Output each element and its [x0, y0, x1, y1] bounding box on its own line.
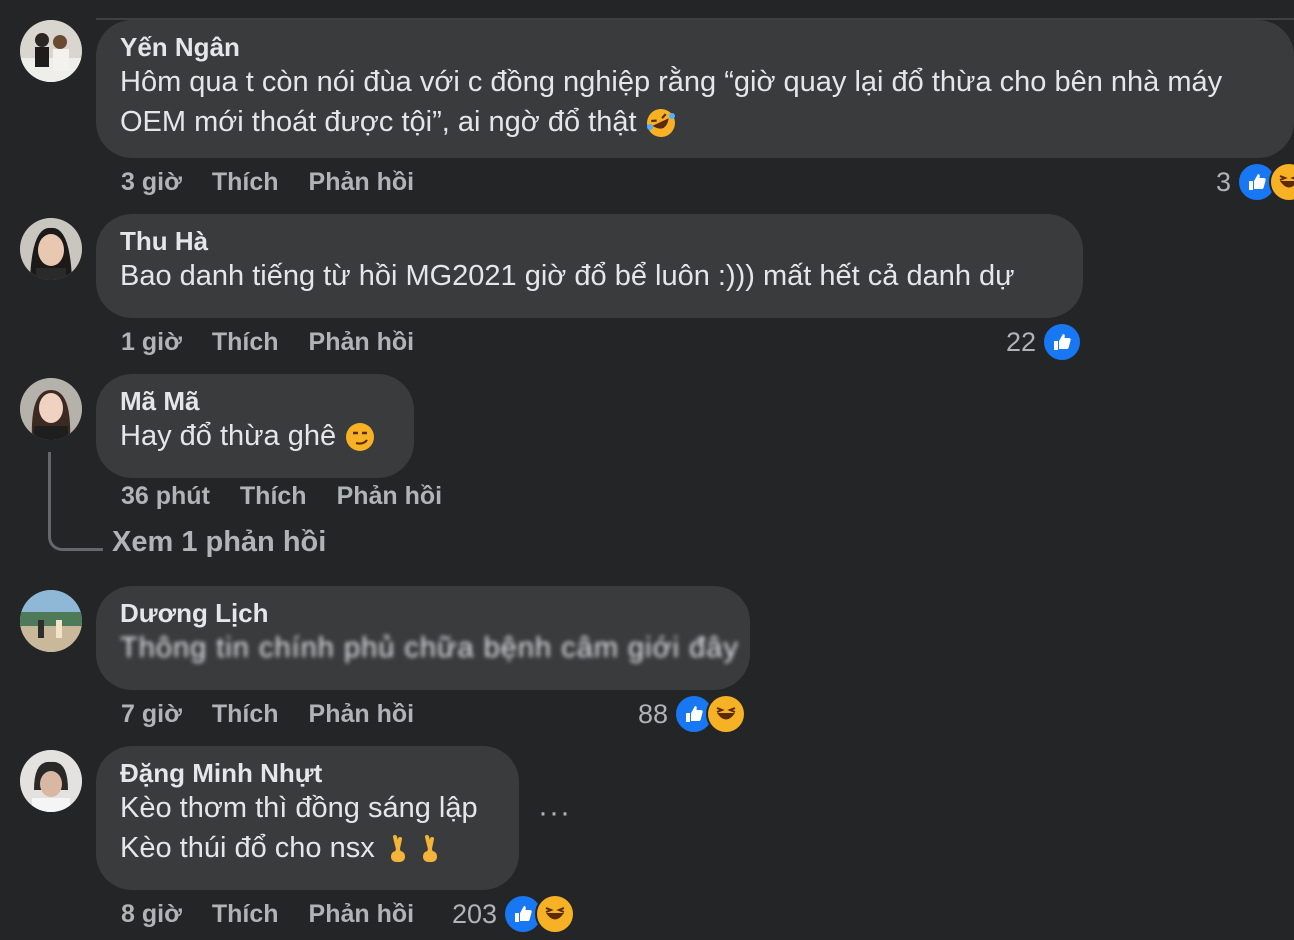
- view-replies-link[interactable]: Xem 1 phản hồi: [112, 526, 326, 559]
- reply-button[interactable]: Phản hồi: [309, 900, 415, 928]
- avatar[interactable]: [20, 218, 82, 280]
- comment-time[interactable]: 3 giờ: [121, 168, 182, 196]
- comment-actions: 1 giờ Thích Phản hồi: [121, 328, 444, 357]
- crossed-fingers-icon: [422, 835, 437, 863]
- comment-author[interactable]: Mã Mã: [120, 386, 390, 416]
- comment-bubble: Dương Lịch Thông tin chính phủ chữa bệnh…: [96, 586, 750, 690]
- comment-actions: 36 phút Thích Phản hồi: [121, 482, 472, 511]
- comment-text-line: Hay đổ thừa ghê: [120, 416, 390, 456]
- avatar[interactable]: [20, 378, 82, 440]
- comment-author[interactable]: Dương Lịch: [120, 598, 726, 628]
- reactions[interactable]: 203: [452, 894, 576, 934]
- like-button[interactable]: Thích: [240, 482, 307, 510]
- blurred-comment-text: Thông tin chính phủ chữa bệnh câm giới đ…: [120, 632, 739, 664]
- haha-icon: [535, 894, 576, 934]
- comment-text-line: Kèo thúi đổ cho nsx: [120, 828, 495, 868]
- reply-thread-line: [48, 452, 103, 551]
- comment-author[interactable]: Đặng Minh Nhựt: [120, 758, 495, 788]
- reply-button[interactable]: Phản hồi: [337, 482, 443, 510]
- reactions[interactable]: 3: [1216, 162, 1294, 202]
- comment-text-line: Kèo thơm thì đồng sáng lập: [120, 792, 478, 824]
- comment-bubble: Thu Hà Bao danh tiếng từ hồi MG2021 giờ …: [96, 214, 1083, 318]
- rofl-emoji-icon: [646, 109, 675, 138]
- like-button[interactable]: Thích: [212, 328, 279, 356]
- comment-actions: 8 giờ Thích Phản hồi: [121, 900, 444, 929]
- comment-time[interactable]: 7 giờ: [121, 700, 182, 728]
- comment-time[interactable]: 8 giờ: [121, 900, 182, 928]
- haha-icon: [706, 694, 747, 734]
- comment-bubble: Mã Mã Hay đổ thừa ghê: [96, 374, 414, 478]
- like-button[interactable]: Thích: [212, 700, 279, 728]
- comment-author[interactable]: Yến Ngân: [120, 32, 1270, 62]
- smirk-emoji-icon: [346, 423, 375, 452]
- like-button[interactable]: Thích: [212, 168, 279, 196]
- reply-button[interactable]: Phản hồi: [309, 168, 415, 196]
- comment-author[interactable]: Thu Hà: [120, 226, 1059, 256]
- avatar[interactable]: [20, 590, 82, 652]
- comment-text-line: Hôm qua t còn nói đùa với c đồng nghiệp …: [120, 66, 1223, 98]
- avatar[interactable]: [20, 20, 82, 82]
- reaction-count: 88: [638, 698, 669, 729]
- reaction-count: 22: [1006, 326, 1037, 357]
- comment-text-line: Bao danh tiếng từ hồi MG2021 giờ đổ bể l…: [120, 260, 1015, 292]
- reactions[interactable]: 22: [1006, 322, 1083, 362]
- comment-text-line: Thông tin chính phủ chữa bệnh câm giới đ…: [120, 628, 738, 668]
- haha-icon: [1269, 162, 1294, 202]
- reply-button[interactable]: Phản hồi: [309, 328, 415, 356]
- reply-button[interactable]: Phản hồi: [309, 700, 415, 728]
- like-button[interactable]: Thích: [212, 900, 279, 928]
- comment-time[interactable]: 36 phút: [121, 482, 210, 510]
- more-options-button[interactable]: ···: [538, 796, 571, 830]
- comment-time[interactable]: 1 giờ: [121, 328, 182, 356]
- comment-actions: 3 giờ Thích Phản hồi: [121, 168, 444, 197]
- comment-actions: 7 giờ Thích Phản hồi: [121, 700, 444, 729]
- reaction-count: 3: [1216, 166, 1232, 197]
- avatar[interactable]: [20, 750, 82, 812]
- comment-bubble: Đặng Minh Nhựt Kèo thơm thì đồng sáng lậ…: [96, 746, 519, 890]
- crossed-fingers-icon: [390, 835, 405, 863]
- comment-text-line: OEM mới thoát được tội”, ai ngờ đổ thật: [120, 102, 1270, 142]
- comment-bubble: Yến Ngân Hôm qua t còn nói đùa với c đồn…: [96, 20, 1294, 158]
- like-icon: [1042, 322, 1083, 362]
- reaction-count: 203: [452, 898, 498, 929]
- reactions[interactable]: 88: [638, 694, 747, 734]
